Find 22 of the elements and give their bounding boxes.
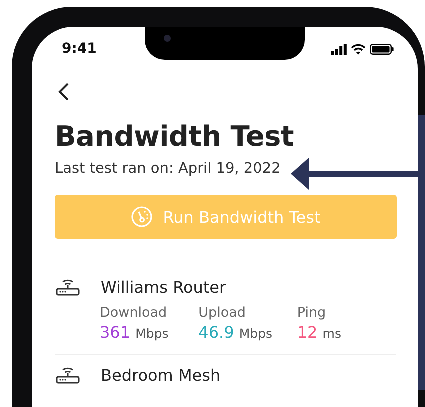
metric-unit: Mbps — [239, 326, 273, 341]
last-test-date: Last test ran on: April 19, 2022 — [55, 161, 282, 177]
router-icon — [55, 277, 81, 297]
signal-icon — [331, 44, 347, 54]
metric-unit: Mbps — [136, 326, 169, 341]
metric-value: 361 — [100, 323, 131, 342]
device-name[interactable]: Williams Router — [101, 278, 226, 296]
metric-label: Download — [100, 305, 168, 321]
back-icon[interactable] — [58, 82, 70, 102]
page-title: Bandwidth Test — [55, 120, 296, 153]
metric-label: Ping — [297, 305, 328, 321]
metric-label: Upload — [198, 305, 247, 321]
router-icon — [55, 365, 81, 385]
status-time: 9:41 — [62, 41, 97, 57]
gauge-icon — [131, 206, 154, 228]
camera-icon — [164, 35, 171, 42]
metric-unit: ms — [322, 326, 342, 341]
battery-icon — [370, 44, 394, 54]
device-name[interactable]: Bedroom Mesh — [101, 366, 221, 384]
metric-value: 46.9 — [198, 323, 234, 342]
wifi-icon — [351, 44, 366, 54]
metric-value: 12 — [297, 323, 318, 342]
